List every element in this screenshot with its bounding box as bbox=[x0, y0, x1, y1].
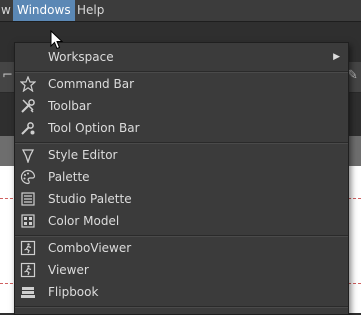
windows-menu: Workspace ▶ Command Bar Toolbar Tool Opt… bbox=[14, 42, 349, 315]
menu-bar: w Windows Help bbox=[0, 0, 361, 22]
style-editor-icon bbox=[21, 149, 35, 163]
menu-item-studio-palette[interactable]: Studio Palette bbox=[15, 188, 348, 210]
menu-separator bbox=[15, 306, 348, 308]
menu-item-toolbar[interactable]: Toolbar bbox=[15, 95, 348, 117]
combo-viewer-icon bbox=[20, 240, 36, 256]
mouse-cursor-icon bbox=[50, 30, 64, 50]
menu-item-style-editor[interactable]: Style Editor bbox=[15, 144, 348, 166]
menu-item-viewer[interactable]: Viewer bbox=[15, 259, 348, 281]
menu-item-label: Style Editor bbox=[48, 148, 118, 162]
menu-item-tool-option-bar[interactable]: Tool Option Bar bbox=[15, 117, 348, 139]
menu-item-label: Color Model bbox=[48, 214, 120, 228]
menu-item-label: Studio Palette bbox=[48, 192, 132, 206]
menu-item-label: Toolbar bbox=[48, 99, 92, 113]
studio-palette-icon bbox=[21, 192, 35, 206]
color-model-icon bbox=[21, 214, 35, 228]
flipbook-icon bbox=[21, 287, 35, 298]
toolbar-tool-icon[interactable]: ⌐ bbox=[2, 68, 13, 83]
menu-item-label: Viewer bbox=[48, 263, 89, 277]
menu-item-workspace[interactable]: Workspace ▶ bbox=[15, 46, 348, 68]
tools-icon bbox=[21, 99, 35, 113]
menu-item-palette[interactable]: Palette bbox=[15, 166, 348, 188]
menu-item-command-bar[interactable]: Command Bar bbox=[15, 73, 348, 95]
tool-options-icon bbox=[21, 122, 35, 135]
viewer-icon bbox=[20, 262, 36, 278]
menu-item-label: Tool Option Bar bbox=[48, 121, 140, 135]
menu-item-label: Flipbook bbox=[48, 285, 99, 299]
submenu-arrow-icon: ▶ bbox=[333, 52, 340, 62]
menu-windows[interactable]: Windows bbox=[13, 0, 75, 21]
menu-help[interactable]: Help bbox=[73, 0, 108, 21]
palette-icon bbox=[20, 169, 36, 185]
menu-item-label: ComboViewer bbox=[48, 241, 132, 255]
menu-item-color-model[interactable]: Color Model bbox=[15, 210, 348, 232]
star-icon bbox=[20, 76, 36, 92]
menu-item-label: Command Bar bbox=[48, 77, 135, 91]
menu-item-comboviewer[interactable]: ComboViewer bbox=[15, 237, 348, 259]
menu-item-flipbook[interactable]: Flipbook bbox=[15, 281, 348, 303]
menu-item-label: Palette bbox=[48, 170, 90, 184]
